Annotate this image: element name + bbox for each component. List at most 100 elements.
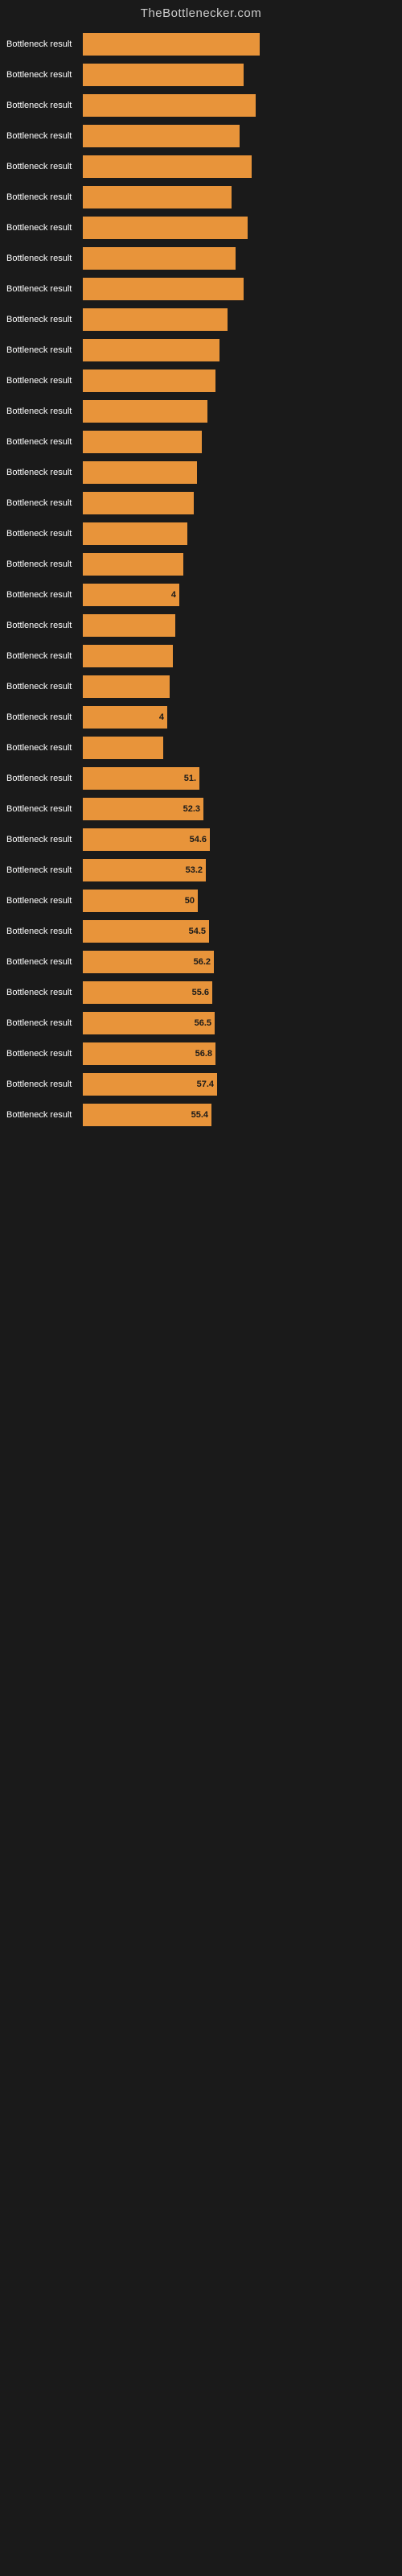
header: TheBottlenecker.com	[0, 0, 402, 30]
bar-container: 4	[83, 584, 396, 606]
bar: 56.5	[83, 1012, 215, 1034]
bar-container	[83, 614, 396, 637]
bottleneck-label: Bottleneck result	[6, 254, 83, 263]
bar-container	[83, 217, 396, 239]
bottleneck-label: Bottleneck result	[6, 743, 83, 753]
bar: 53.2	[83, 859, 206, 881]
bar	[83, 645, 173, 667]
bottleneck-label: Bottleneck result	[6, 498, 83, 508]
bottleneck-label: Bottleneck result	[6, 621, 83, 630]
bottleneck-label: Bottleneck result	[6, 774, 83, 783]
table-row: Bottleneck result52.3	[0, 795, 402, 824]
table-row: Bottleneck result51.	[0, 764, 402, 793]
bar-container: 50	[83, 890, 396, 912]
table-row: Bottleneck result55.6	[0, 978, 402, 1007]
bar-container	[83, 645, 396, 667]
bar	[83, 247, 236, 270]
bar-container	[83, 431, 396, 453]
table-row: Bottleneck result	[0, 397, 402, 426]
table-row: Bottleneck result55.4	[0, 1100, 402, 1129]
table-row: Bottleneck result	[0, 275, 402, 303]
table-row: Bottleneck result	[0, 213, 402, 242]
table-row: Bottleneck result53.2	[0, 856, 402, 885]
bottleneck-label: Bottleneck result	[6, 682, 83, 691]
bar	[83, 553, 183, 576]
table-row: Bottleneck result50	[0, 886, 402, 915]
table-row: Bottleneck result	[0, 244, 402, 273]
bar-container	[83, 737, 396, 759]
bar-container: 56.2	[83, 951, 396, 973]
bottleneck-label: Bottleneck result	[6, 927, 83, 936]
table-row: Bottleneck result	[0, 30, 402, 59]
bottleneck-label: Bottleneck result	[6, 192, 83, 202]
bottleneck-label: Bottleneck result	[6, 835, 83, 844]
table-row: Bottleneck result	[0, 60, 402, 89]
bar: 51.	[83, 767, 199, 790]
site-title: TheBottlenecker.com	[0, 0, 402, 30]
bottleneck-label: Bottleneck result	[6, 1018, 83, 1028]
table-row: Bottleneck result	[0, 519, 402, 548]
bottleneck-label: Bottleneck result	[6, 70, 83, 80]
bar-container	[83, 64, 396, 86]
bar: 55.4	[83, 1104, 211, 1126]
bar	[83, 431, 202, 453]
table-row: Bottleneck result	[0, 489, 402, 518]
bar	[83, 492, 194, 514]
table-row: Bottleneck result54.5	[0, 917, 402, 946]
bottleneck-label: Bottleneck result	[6, 1080, 83, 1089]
bottleneck-label: Bottleneck result	[6, 529, 83, 539]
table-row: Bottleneck result	[0, 427, 402, 456]
bar	[83, 522, 187, 545]
bar: 54.6	[83, 828, 210, 851]
bar-container	[83, 94, 396, 117]
bar	[83, 614, 175, 637]
bottleneck-label: Bottleneck result	[6, 957, 83, 967]
bottleneck-label: Bottleneck result	[6, 407, 83, 416]
bottleneck-label: Bottleneck result	[6, 345, 83, 355]
bottleneck-label: Bottleneck result	[6, 988, 83, 997]
bar: 56.8	[83, 1042, 215, 1065]
table-row: Bottleneck result	[0, 550, 402, 579]
bottleneck-label: Bottleneck result	[6, 39, 83, 49]
bar-container	[83, 369, 396, 392]
bar	[83, 125, 240, 147]
bottleneck-label: Bottleneck result	[6, 865, 83, 875]
bar-container: 53.2	[83, 859, 396, 881]
bar: 56.2	[83, 951, 214, 973]
bar: 52.3	[83, 798, 203, 820]
bar: 54.5	[83, 920, 209, 943]
bar-container	[83, 553, 396, 576]
bar-container	[83, 461, 396, 484]
bar-container	[83, 339, 396, 361]
bar	[83, 400, 207, 423]
bottleneck-label: Bottleneck result	[6, 315, 83, 324]
bar-container: 55.4	[83, 1104, 396, 1126]
table-row: Bottleneck result	[0, 611, 402, 640]
bottleneck-label: Bottleneck result	[6, 896, 83, 906]
bar: 55.6	[83, 981, 212, 1004]
bar	[83, 278, 244, 300]
bottleneck-label: Bottleneck result	[6, 651, 83, 661]
bar	[83, 675, 170, 698]
bottleneck-label: Bottleneck result	[6, 468, 83, 477]
bar	[83, 33, 260, 56]
table-row: Bottleneck result	[0, 733, 402, 762]
table-row: Bottleneck result	[0, 305, 402, 334]
bar-container: 54.5	[83, 920, 396, 943]
bar-container	[83, 308, 396, 331]
bottleneck-label: Bottleneck result	[6, 162, 83, 171]
table-row: Bottleneck result56.8	[0, 1039, 402, 1068]
bottleneck-label: Bottleneck result	[6, 131, 83, 141]
bar-container: 52.3	[83, 798, 396, 820]
table-row: Bottleneck result	[0, 122, 402, 151]
bar-container	[83, 125, 396, 147]
bottleneck-label: Bottleneck result	[6, 804, 83, 814]
bar: 4	[83, 584, 179, 606]
bar	[83, 186, 232, 208]
table-row: Bottleneck result4	[0, 703, 402, 732]
table-row: Bottleneck result4	[0, 580, 402, 609]
bar	[83, 369, 215, 392]
bar-container	[83, 155, 396, 178]
table-row: Bottleneck result	[0, 672, 402, 701]
bar-container	[83, 186, 396, 208]
